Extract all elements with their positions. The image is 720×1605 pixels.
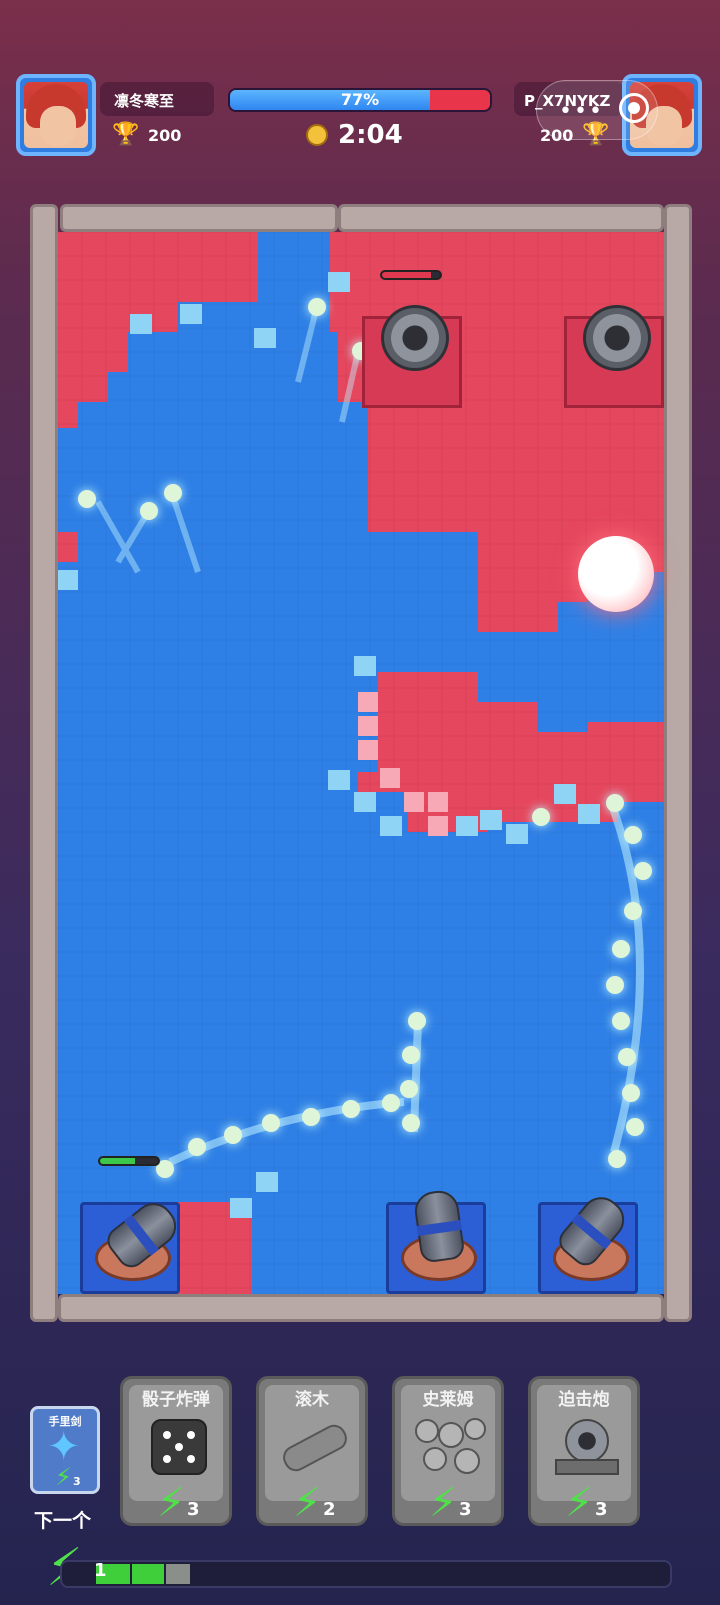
projectile: [400, 1080, 418, 1098]
projectile: [164, 484, 182, 502]
enemy-mortar-left: [362, 305, 462, 408]
next-card-caption: 下一个: [34, 1510, 92, 1532]
dice-icon: [151, 1419, 207, 1475]
card-cost: 3: [187, 1499, 200, 1520]
elixir-bolt-icon: ⚡: [429, 1480, 458, 1526]
next-card-cost: 3: [73, 1475, 81, 1488]
arena-wall-left: [30, 204, 58, 1322]
mortar-icon: [583, 305, 651, 371]
enemy-big-ball: [578, 536, 654, 612]
elixir-bolt-icon: ⚡: [157, 1480, 186, 1526]
card-mortar[interactable]: 迫击炮 ⚡ 3: [528, 1376, 640, 1526]
projectile: [308, 298, 326, 316]
enemy-mortar-right: [564, 305, 664, 408]
player-cannon-right[interactable]: [538, 1189, 638, 1294]
projectile: [618, 1048, 636, 1066]
player-left-health-fill: [100, 1158, 135, 1164]
arena-wall-top-left: [60, 204, 338, 232]
card-slime[interactable]: 史莱姆 ⚡ 3: [392, 1376, 504, 1526]
card-cost: 3: [459, 1499, 472, 1520]
arena-wall-top-right: [338, 204, 664, 232]
projectile: [624, 902, 642, 920]
projectile: [224, 1126, 242, 1144]
left-player-name: 凛冬寒至: [114, 92, 175, 110]
trophy-icon: 🏆: [112, 122, 140, 147]
elixir-bolt-icon: ⚡: [293, 1480, 322, 1526]
projectile: [262, 1114, 280, 1132]
match-timer: 2:04: [338, 120, 403, 150]
projectile: [342, 1100, 360, 1118]
mini-program-capsule[interactable]: •••: [536, 80, 658, 140]
projectile: [402, 1046, 420, 1064]
projectile: [382, 1094, 400, 1112]
enemy-left-health-fill: [382, 272, 432, 278]
territory-progress-bar: 77%: [228, 88, 492, 112]
projectile: [612, 1012, 630, 1030]
projectile: [612, 940, 630, 958]
player-cannon-center[interactable]: [386, 1188, 486, 1294]
elixir-bolt-icon: ⚡: [565, 1480, 594, 1526]
projectile: [302, 1108, 320, 1126]
projectile: [626, 1118, 644, 1136]
stopwatch-icon: [306, 124, 328, 146]
mortar-icon: [565, 1419, 609, 1463]
projectile: [78, 490, 96, 508]
elixir-bolt-icon: ⚡: [55, 1463, 72, 1491]
player-cannon-left[interactable]: [80, 1195, 185, 1294]
player-left-health-bar: [98, 1156, 160, 1166]
elixir-filled-2: [132, 1564, 164, 1584]
territory-progress-text: 77%: [340, 90, 380, 109]
projectile: [624, 826, 642, 844]
projectile: [606, 794, 624, 812]
projectile: [532, 808, 550, 826]
projectile: [188, 1138, 206, 1156]
left-player-trophies: 200: [148, 126, 182, 145]
projectile: [408, 1012, 426, 1030]
projectile: [140, 502, 158, 520]
next-card: 手里剑 ✦ ⚡ 3: [30, 1406, 100, 1494]
arena-wall-bottom: [58, 1294, 664, 1322]
arena-wall-right: [664, 204, 692, 1322]
elixir-bar: [60, 1560, 672, 1588]
card-rolling-log[interactable]: 滚木 ⚡ 2: [256, 1376, 368, 1526]
projectile: [634, 862, 652, 880]
mortar-icon: [381, 305, 449, 371]
projectile: [402, 1114, 420, 1132]
card-cost: 2: [323, 1499, 336, 1520]
card-title: 迫击炮: [558, 1390, 610, 1410]
elixir-charging: [166, 1564, 190, 1584]
projectile: [608, 1150, 626, 1168]
projectile: [622, 1084, 640, 1102]
enemy-left-health-bar: [380, 270, 442, 280]
left-player-avatar[interactable]: [16, 74, 96, 156]
card-dice-bomb[interactable]: 骰子炸弹 ⚡ 3: [120, 1376, 232, 1526]
record-icon[interactable]: [619, 93, 649, 123]
elixir-count: 1: [94, 1560, 107, 1581]
mortar-base: [555, 1459, 619, 1475]
more-dots-icon[interactable]: •••: [559, 99, 604, 124]
card-title: 史莱姆: [422, 1390, 474, 1410]
card-title: 滚木: [295, 1390, 329, 1410]
projectile: [606, 976, 624, 994]
slime-icon: [415, 1418, 486, 1474]
card-cost: 3: [595, 1499, 608, 1520]
card-title: 骰子炸弹: [142, 1390, 210, 1410]
